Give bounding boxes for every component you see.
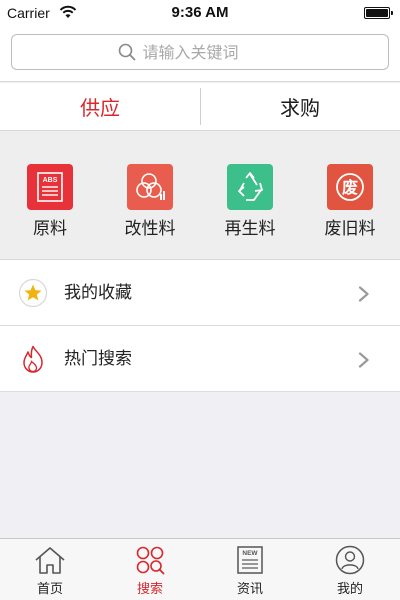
tab-divider [200,88,201,125]
category-grid: ABS 原料 改性料 再生料 废 废旧料 [0,130,400,260]
row-label: 热门搜索 [64,349,132,369]
tabbar-label: 搜索 [136,582,163,597]
tabbar-profile[interactable]: 我的 [300,539,400,600]
user-icon [335,545,365,575]
category-label: 废旧料 [324,219,376,239]
category-modified[interactable]: 改性料 [120,164,180,239]
flame-icon [23,345,43,373]
category-label: 改性料 [124,219,176,239]
category-raw-material[interactable]: ABS 原料 [20,164,80,239]
search-box[interactable] [11,34,389,70]
menu-list: 我的收藏 热门搜索 [0,260,400,392]
hot-search-row[interactable]: 热门搜索 [0,326,400,392]
chevron-right-icon [358,352,369,368]
tabbar-home[interactable]: 首页 [0,539,100,600]
recycle-icon [227,164,273,210]
favorites-row[interactable]: 我的收藏 [0,260,400,326]
bottom-tab-bar: 首页 搜索 NEW 资讯 我的 [0,538,400,600]
abs-badge: ABS [43,177,58,184]
segment-tabs: 供应 求购 [0,83,400,130]
battery-icon [364,7,393,19]
tabbar-label: 首页 [36,582,63,597]
news-badge: NEW [242,550,258,557]
clock: 9:36 AM [171,4,229,21]
news-icon: NEW [237,546,263,574]
category-label: 再生料 [224,219,276,239]
abs-document-icon: ABS [27,164,73,210]
modified-material-icon [127,164,173,210]
tabbar-news[interactable]: NEW 资讯 [200,539,300,600]
search-bar [0,26,400,82]
waste-icon: 废 [327,164,373,210]
status-bar: Carrier 9:36 AM [0,0,400,26]
category-waste[interactable]: 废 废旧料 [320,164,380,239]
home-icon [35,547,65,574]
tabbar-label: 我的 [336,582,363,597]
search-grid-icon [136,546,165,575]
chevron-right-icon [358,286,369,302]
tabbar-search[interactable]: 搜索 [100,539,200,600]
star-icon [18,278,48,308]
waste-badge: 废 [342,178,358,197]
category-recycled[interactable]: 再生料 [220,164,280,239]
category-label: 原料 [33,219,67,239]
tab-supply[interactable]: 供应 [0,83,200,130]
search-input[interactable] [142,42,283,62]
tab-purchase[interactable]: 求购 [200,83,400,130]
row-label: 我的收藏 [64,283,132,303]
search-icon [118,43,135,61]
tabbar-label: 资讯 [236,582,263,597]
